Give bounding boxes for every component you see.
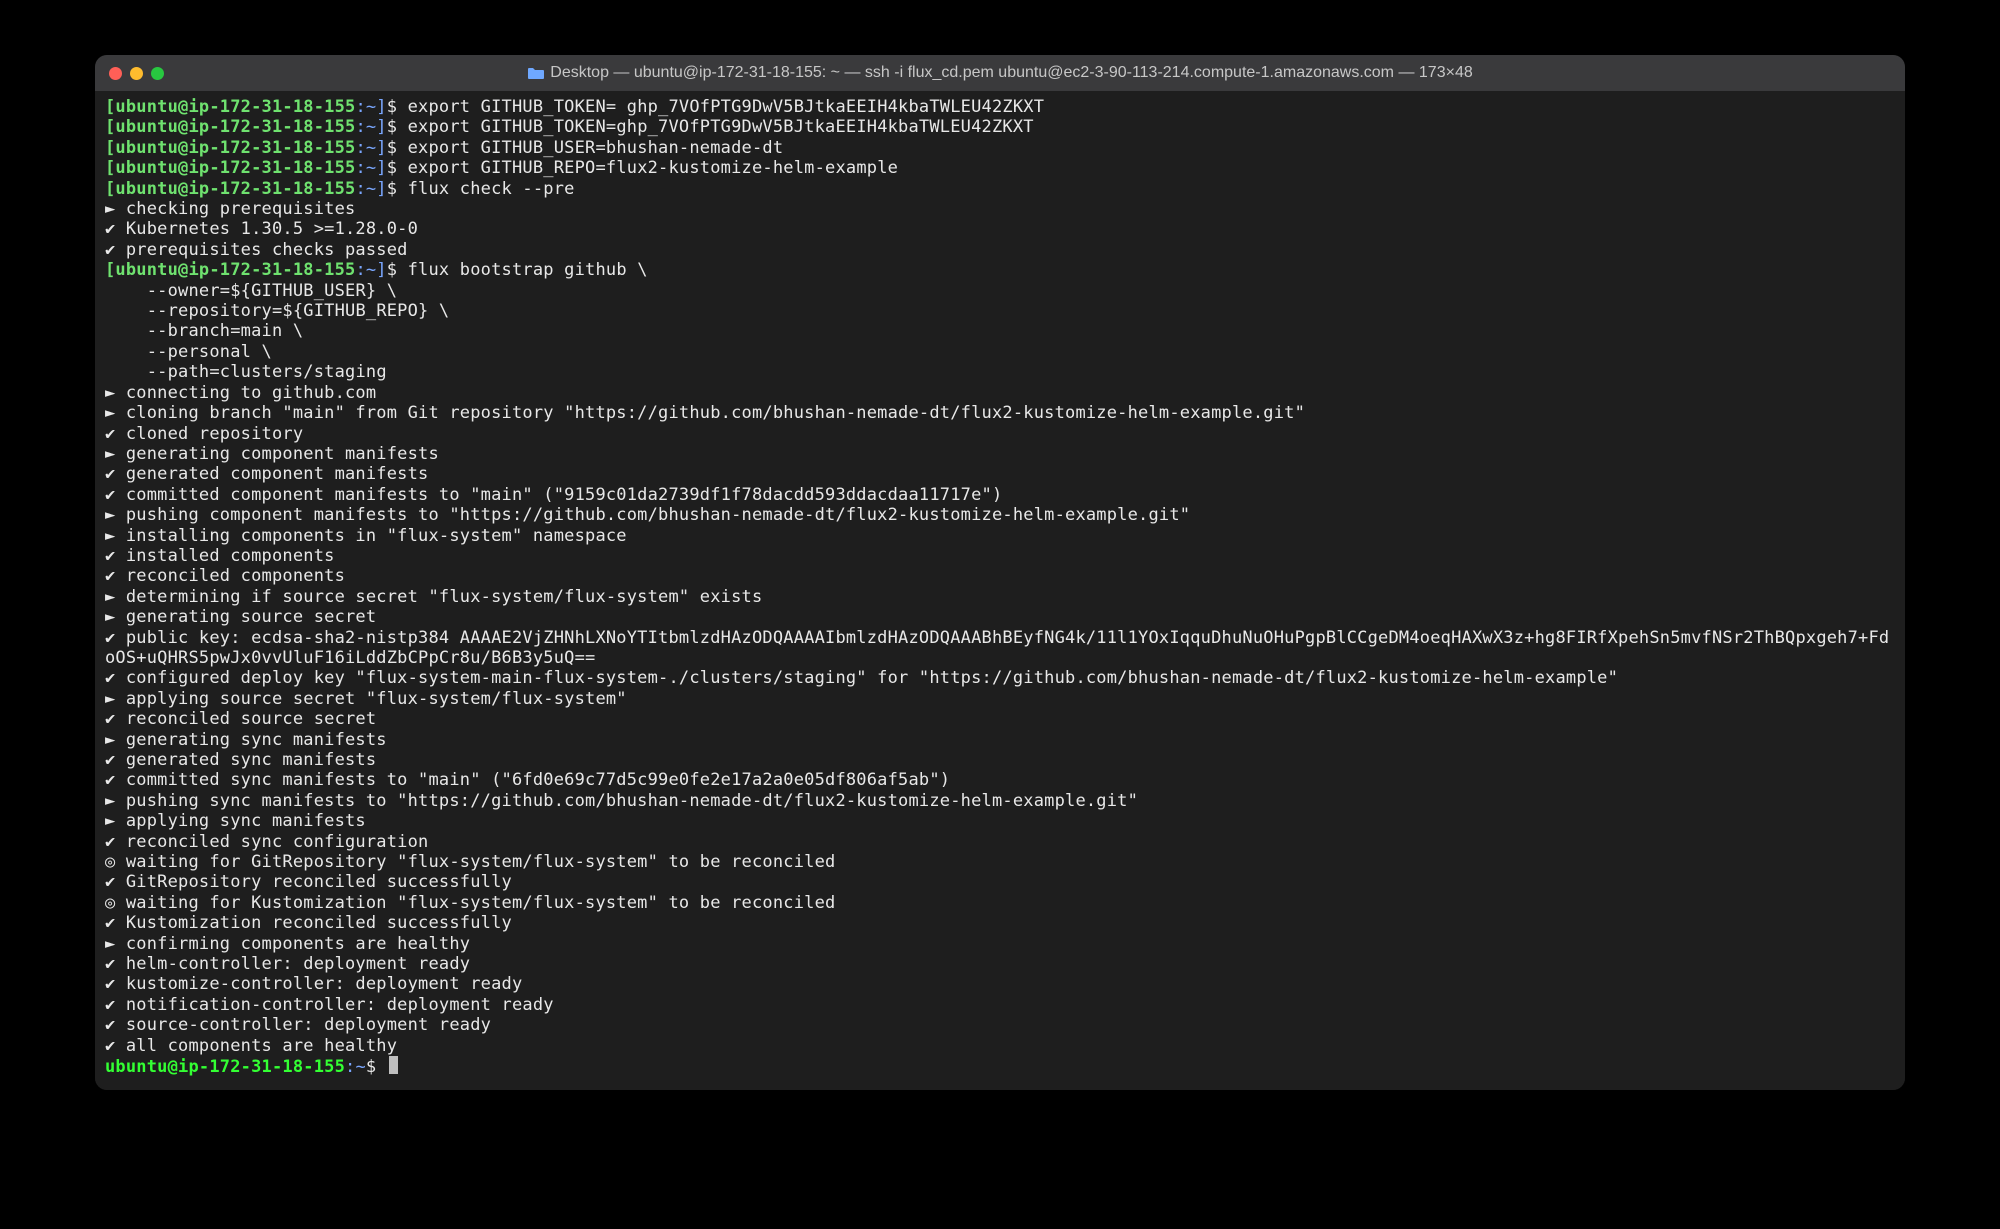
terminal-line: ► confirming components are healthy (105, 934, 1895, 954)
terminal-line: ► applying sync manifests (105, 811, 1895, 831)
terminal-line: ► generating source secret (105, 607, 1895, 627)
terminal-window: Desktop — ubuntu@ip-172-31-18-155: ~ — s… (95, 55, 1905, 1090)
terminal-line: ✔ generated component manifests (105, 464, 1895, 484)
terminal-line: [ubuntu@ip-172-31-18-155:~]$ flux bootst… (105, 260, 1895, 280)
terminal-line: ✔ Kustomization reconciled successfully (105, 913, 1895, 933)
terminal-line: ► determining if source secret "flux-sys… (105, 587, 1895, 607)
window-title: Desktop — ubuntu@ip-172-31-18-155: ~ — s… (95, 64, 1905, 82)
terminal-line: ✔ cloned repository (105, 424, 1895, 444)
folder-icon (527, 66, 544, 80)
terminal-line: ✔ notification-controller: deployment re… (105, 995, 1895, 1015)
terminal-line: ◎ waiting for Kustomization "flux-system… (105, 893, 1895, 913)
terminal-line: ubuntu@ip-172-31-18-155:~$ (105, 1056, 1895, 1077)
terminal-line: ► checking prerequisites (105, 199, 1895, 219)
terminal-line: --branch=main \ (105, 321, 1895, 341)
terminal-line: ✔ helm-controller: deployment ready (105, 954, 1895, 974)
terminal-line: [ubuntu@ip-172-31-18-155:~]$ flux check … (105, 179, 1895, 199)
maximize-icon[interactable] (151, 67, 164, 80)
terminal-line: --owner=${GITHUB_USER} \ (105, 281, 1895, 301)
terminal-line: ► generating sync manifests (105, 730, 1895, 750)
terminal-line: ► generating component manifests (105, 444, 1895, 464)
terminal-line: ✔ committed component manifests to "main… (105, 485, 1895, 505)
terminal-line: ► connecting to github.com (105, 383, 1895, 403)
cursor (389, 1056, 398, 1074)
window-title-text: Desktop — ubuntu@ip-172-31-18-155: ~ — s… (550, 64, 1472, 82)
terminal-line: ► cloning branch "main" from Git reposit… (105, 403, 1895, 423)
terminal-line: ✔ prerequisites checks passed (105, 240, 1895, 260)
terminal-line: --repository=${GITHUB_REPO} \ (105, 301, 1895, 321)
terminal-line: --path=clusters/staging (105, 362, 1895, 382)
terminal-line: ✔ generated sync manifests (105, 750, 1895, 770)
terminal-line: ✔ kustomize-controller: deployment ready (105, 974, 1895, 994)
terminal-line: ✔ installed components (105, 546, 1895, 566)
titlebar[interactable]: Desktop — ubuntu@ip-172-31-18-155: ~ — s… (95, 55, 1905, 91)
terminal-output[interactable]: [ubuntu@ip-172-31-18-155:~]$ export GITH… (95, 91, 1905, 1090)
minimize-icon[interactable] (130, 67, 143, 80)
terminal-line: ✔ public key: ecdsa-sha2-nistp384 AAAAE2… (105, 628, 1895, 669)
terminal-line: ✔ committed sync manifests to "main" ("6… (105, 770, 1895, 790)
terminal-line: [ubuntu@ip-172-31-18-155:~]$ export GITH… (105, 97, 1895, 117)
terminal-line: ✔ source-controller: deployment ready (105, 1015, 1895, 1035)
terminal-line: --personal \ (105, 342, 1895, 362)
close-icon[interactable] (109, 67, 122, 80)
terminal-line: ► installing components in "flux-system"… (105, 526, 1895, 546)
terminal-line: ✔ configured deploy key "flux-system-mai… (105, 668, 1895, 688)
terminal-line: ✔ reconciled components (105, 566, 1895, 586)
terminal-line: ◎ waiting for GitRepository "flux-system… (105, 852, 1895, 872)
terminal-line: ✔ reconciled source secret (105, 709, 1895, 729)
terminal-line: ✔ reconciled sync configuration (105, 832, 1895, 852)
terminal-line: ► pushing component manifests to "https:… (105, 505, 1895, 525)
terminal-line: ✔ all components are healthy (105, 1036, 1895, 1056)
terminal-line: ► pushing sync manifests to "https://git… (105, 791, 1895, 811)
terminal-line: ✔ Kubernetes 1.30.5 >=1.28.0-0 (105, 219, 1895, 239)
terminal-line: [ubuntu@ip-172-31-18-155:~]$ export GITH… (105, 138, 1895, 158)
terminal-line: [ubuntu@ip-172-31-18-155:~]$ export GITH… (105, 158, 1895, 178)
terminal-line: [ubuntu@ip-172-31-18-155:~]$ export GITH… (105, 117, 1895, 137)
terminal-line: ✔ GitRepository reconciled successfully (105, 872, 1895, 892)
terminal-line: ► applying source secret "flux-system/fl… (105, 689, 1895, 709)
